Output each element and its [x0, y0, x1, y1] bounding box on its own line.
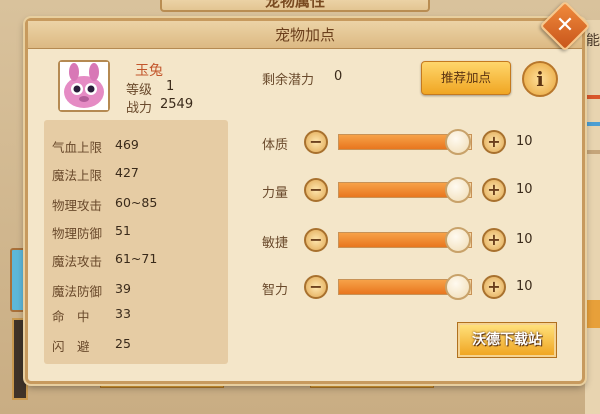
power-label: 战力 [126, 101, 153, 116]
stat-label: 魔法防御 [52, 284, 103, 299]
slider-thumb[interactable] [445, 227, 471, 253]
info-button[interactable]: i [522, 61, 558, 97]
stat-value: 427 [115, 165, 139, 180]
stat-value: 39 [115, 281, 131, 296]
level-value: 1 [166, 79, 175, 94]
slider-fill [339, 280, 458, 294]
slider-fill [339, 135, 458, 149]
background-bar [586, 150, 600, 154]
pet-avatar[interactable] [58, 60, 110, 112]
background-right-label: 能 [586, 33, 600, 49]
stat-value: 51 [115, 223, 131, 238]
attribute-value: 10 [516, 182, 533, 197]
slider-fill [339, 233, 458, 247]
stat-label: 魔法攻击 [52, 254, 103, 269]
background-bar [586, 122, 600, 126]
attribute-value: 10 [516, 279, 533, 294]
stat-value: 33 [115, 306, 131, 321]
stat-label: 闪 避 [52, 339, 90, 354]
stat-label: 物理攻击 [52, 198, 103, 213]
recommend-points-button[interactable]: 推荐加点 [421, 61, 511, 95]
attribute-label: 体质 [262, 138, 289, 153]
stat-value: 60~85 [115, 195, 158, 210]
attribute-value: 10 [516, 134, 533, 149]
stat-value: 469 [115, 137, 139, 152]
attribute-label: 敏捷 [262, 236, 289, 251]
pet-name: 玉兔 [135, 63, 163, 79]
stat-label: 物理防御 [52, 226, 103, 241]
minus-button[interactable]: − [304, 275, 328, 299]
background-button [586, 300, 600, 328]
stat-value: 61~71 [115, 251, 158, 266]
slider-thumb[interactable] [445, 177, 471, 203]
remaining-potential-value: 0 [334, 69, 343, 84]
attribute-label: 力量 [262, 186, 289, 201]
plus-button[interactable]: + [482, 130, 506, 154]
close-icon: ✕ [555, 13, 575, 38]
plus-button[interactable]: + [482, 228, 506, 252]
minus-button[interactable]: − [304, 130, 328, 154]
background-right-panel [585, 20, 600, 414]
stat-label: 气血上限 [52, 140, 103, 155]
slider-thumb[interactable] [445, 274, 471, 300]
remaining-potential-label: 剩余潜力 [262, 73, 315, 88]
stat-value: 25 [115, 336, 131, 351]
level-label: 等级 [126, 83, 153, 98]
stats-panel [44, 120, 228, 364]
slider-thumb[interactable] [445, 129, 471, 155]
stat-label: 魔法上限 [52, 168, 103, 183]
plus-button[interactable]: + [482, 275, 506, 299]
background-bar [586, 95, 600, 99]
power-value: 2549 [160, 97, 194, 112]
confirm-button[interactable]: 沃德下载站 [458, 323, 556, 357]
dialog-header: 宠物加点 [28, 21, 582, 49]
minus-button[interactable]: − [304, 178, 328, 202]
plus-button[interactable]: + [482, 178, 506, 202]
minus-button[interactable]: − [304, 228, 328, 252]
attribute-value: 10 [516, 232, 533, 247]
dialog-title: 宠物加点 [274, 26, 335, 44]
background-title: 宠物属性 [160, 0, 430, 12]
slider-fill [339, 183, 458, 197]
attribute-label: 智力 [262, 283, 289, 298]
stat-label: 命 中 [52, 309, 90, 324]
